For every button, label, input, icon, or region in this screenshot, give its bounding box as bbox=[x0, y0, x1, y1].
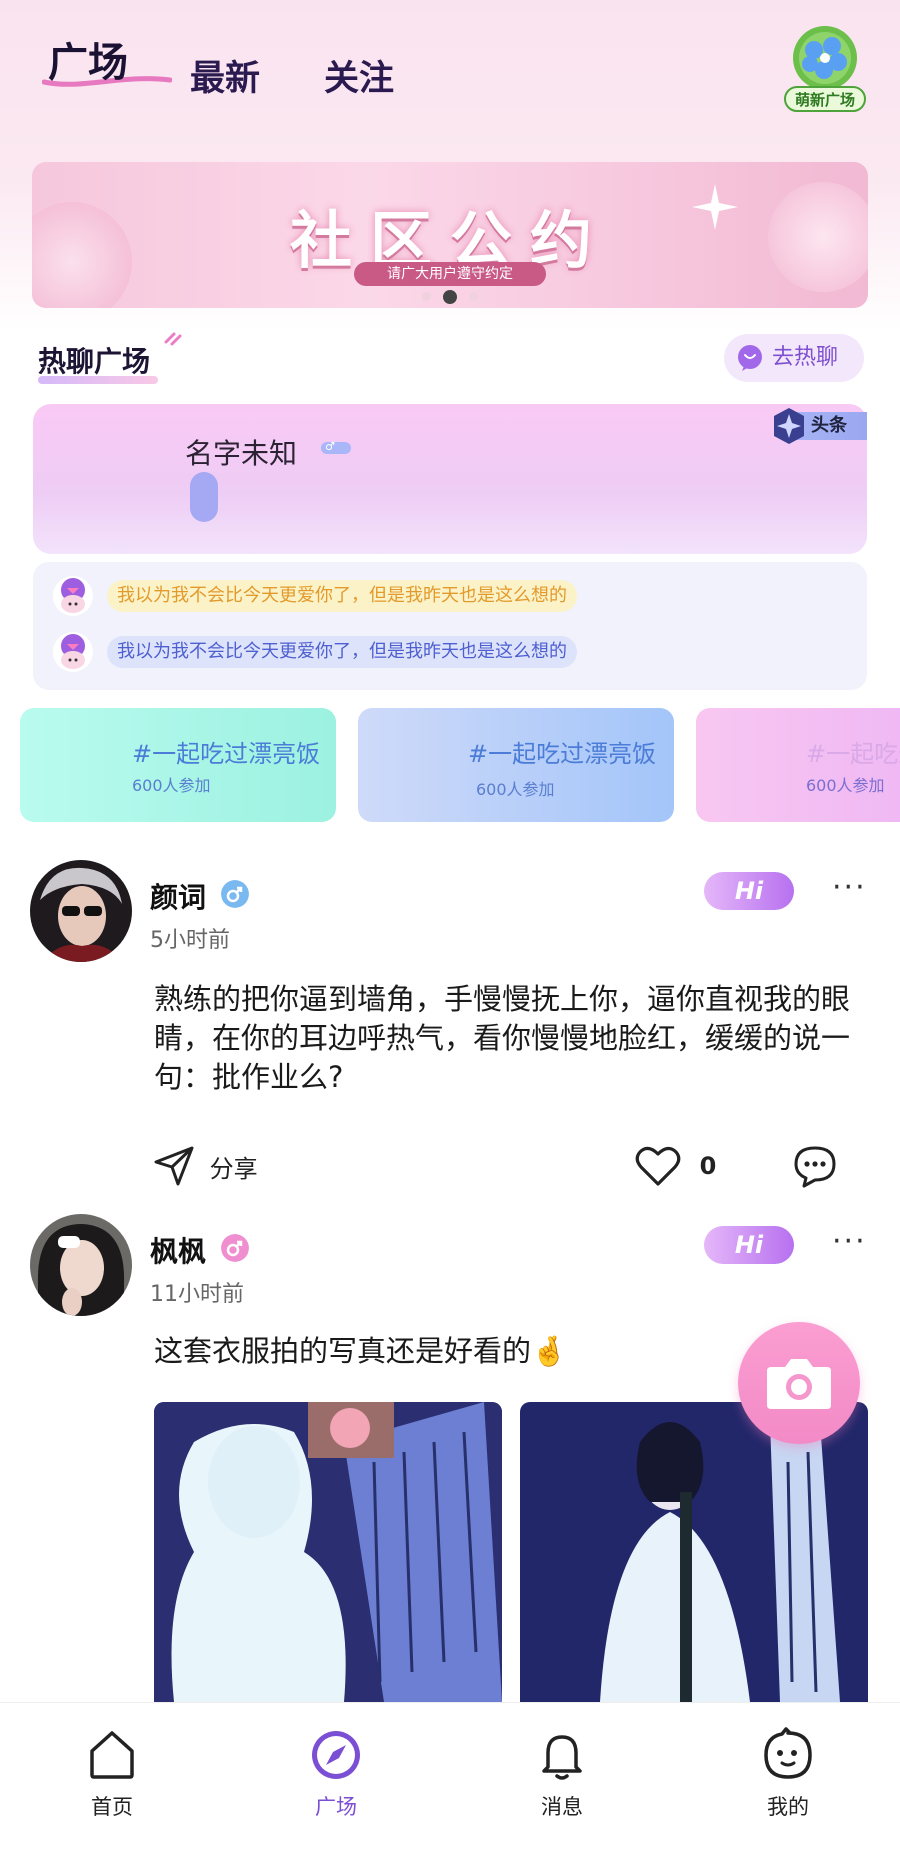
topic-count: 600人参加 bbox=[132, 776, 211, 795]
comment-icon[interactable] bbox=[792, 1144, 838, 1188]
camera-post-button[interactable] bbox=[738, 1322, 860, 1444]
tab-following[interactable]: 关注 bbox=[324, 50, 394, 101]
face-icon bbox=[764, 1727, 812, 1779]
post-author[interactable]: 枫枫 bbox=[150, 1230, 206, 1270]
community-rules-banner[interactable]: 社区公约 请广大用户遵守约定 bbox=[32, 162, 868, 308]
tab-plaza[interactable]: 广场 bbox=[48, 30, 128, 88]
like-count: 0 bbox=[699, 1152, 717, 1180]
page-dot-active bbox=[443, 289, 457, 304]
bell-icon bbox=[542, 1735, 582, 1780]
newbie-plaza-badge[interactable]: 萌新广场 bbox=[784, 24, 866, 112]
topic-title: #一起吃过漂亮饭 bbox=[468, 740, 657, 768]
topic-title: #一起吃过漂亮饭 bbox=[132, 740, 321, 768]
more-options-button[interactable]: ··· bbox=[832, 1224, 867, 1259]
compass-icon bbox=[312, 1731, 360, 1779]
post-photo[interactable] bbox=[154, 1402, 502, 1702]
nav-label: 我的 bbox=[767, 1795, 809, 1819]
top-bar: 广场 最新 关注 萌新广场 bbox=[0, 0, 900, 150]
male-icon bbox=[221, 880, 249, 908]
nav-messages[interactable]: 消息 bbox=[502, 1727, 622, 1821]
accent-strokes-icon bbox=[164, 332, 182, 346]
message-text: 我以为我不会比今天更爱你了，但是我昨天也是这么想的 bbox=[107, 580, 577, 612]
voice-indicator bbox=[190, 472, 218, 522]
topic-title: #一起吃过 bbox=[806, 740, 900, 768]
hot-chat-messages: 我以为我不会比今天更爱你了，但是我昨天也是这么想的 我以为我不会比今天更爱你了，… bbox=[33, 562, 867, 690]
post-author[interactable]: 颜词 bbox=[150, 876, 206, 916]
topic-count: 600人参加 bbox=[806, 776, 885, 795]
share-icon bbox=[154, 1146, 194, 1186]
topic-card[interactable]: #一起吃过漂亮饭 600人参加 bbox=[20, 708, 336, 822]
avatar[interactable] bbox=[30, 860, 132, 962]
go-hot-chat-button[interactable]: 去热聊 bbox=[724, 334, 864, 382]
post-text: 熟练的把你逼到墙角，手慢慢抚上你，逼你直视我的眼睛，在你的耳边呼热气，看你慢慢地… bbox=[154, 982, 851, 1094]
banner-subtitle: 请广大用户遵守约定 bbox=[354, 262, 546, 286]
badge-label: 萌新广场 bbox=[784, 86, 866, 112]
post-photo[interactable] bbox=[520, 1402, 868, 1702]
avatar bbox=[53, 576, 93, 616]
hot-chat-user-name: 名字未知 bbox=[185, 437, 298, 470]
say-hi-button[interactable]: Hi bbox=[704, 872, 794, 910]
flower-icon bbox=[793, 26, 857, 90]
post-time: 11小时前 bbox=[150, 1282, 244, 1307]
page-dot bbox=[422, 292, 431, 301]
chat-bubble-icon bbox=[738, 345, 762, 371]
female-icon bbox=[221, 1234, 249, 1262]
heart-icon bbox=[635, 1146, 681, 1186]
topic-card[interactable]: #一起吃过漂亮饭 600人参加 bbox=[358, 708, 674, 822]
more-options-button[interactable]: ··· bbox=[832, 870, 867, 905]
message-text: 我以为我不会比今天更爱你了，但是我昨天也是这么想的 bbox=[107, 636, 577, 668]
hot-chat-card[interactable]: 名字未知 ♂ 头条 bbox=[33, 404, 867, 554]
avatar bbox=[53, 632, 93, 672]
like-button[interactable]: 0 bbox=[634, 1144, 716, 1188]
topic-count: 600人参加 bbox=[476, 780, 555, 799]
tab-latest[interactable]: 最新 bbox=[190, 50, 260, 101]
title-underline bbox=[38, 376, 158, 384]
post-time: 5小时前 bbox=[150, 928, 230, 953]
banner-page-indicator bbox=[32, 286, 868, 305]
nav-profile[interactable]: 我的 bbox=[728, 1727, 848, 1821]
page-dot bbox=[469, 292, 478, 301]
nav-home[interactable]: 首页 bbox=[52, 1727, 172, 1821]
nav-label: 广场 bbox=[315, 1795, 357, 1819]
bottom-navigation: 首页 广场 消息 我的 bbox=[0, 1702, 900, 1851]
topic-card[interactable]: #一起吃过 600人参加 bbox=[696, 708, 900, 822]
camera-icon bbox=[767, 1359, 831, 1409]
nav-plaza[interactable]: 广场 bbox=[276, 1727, 396, 1821]
nav-label: 首页 bbox=[91, 1795, 133, 1819]
headline-tag: 头条 bbox=[769, 406, 867, 446]
star-badge-icon bbox=[774, 408, 804, 444]
hot-chat-title: 热聊广场 bbox=[38, 332, 182, 384]
home-icon bbox=[90, 1731, 134, 1779]
male-gender-badge: ♂ bbox=[321, 440, 351, 454]
avatar[interactable] bbox=[30, 1214, 132, 1316]
say-hi-button[interactable]: Hi bbox=[704, 1226, 794, 1264]
share-button[interactable]: 分享 bbox=[152, 1144, 258, 1188]
nav-label: 消息 bbox=[541, 1795, 583, 1819]
